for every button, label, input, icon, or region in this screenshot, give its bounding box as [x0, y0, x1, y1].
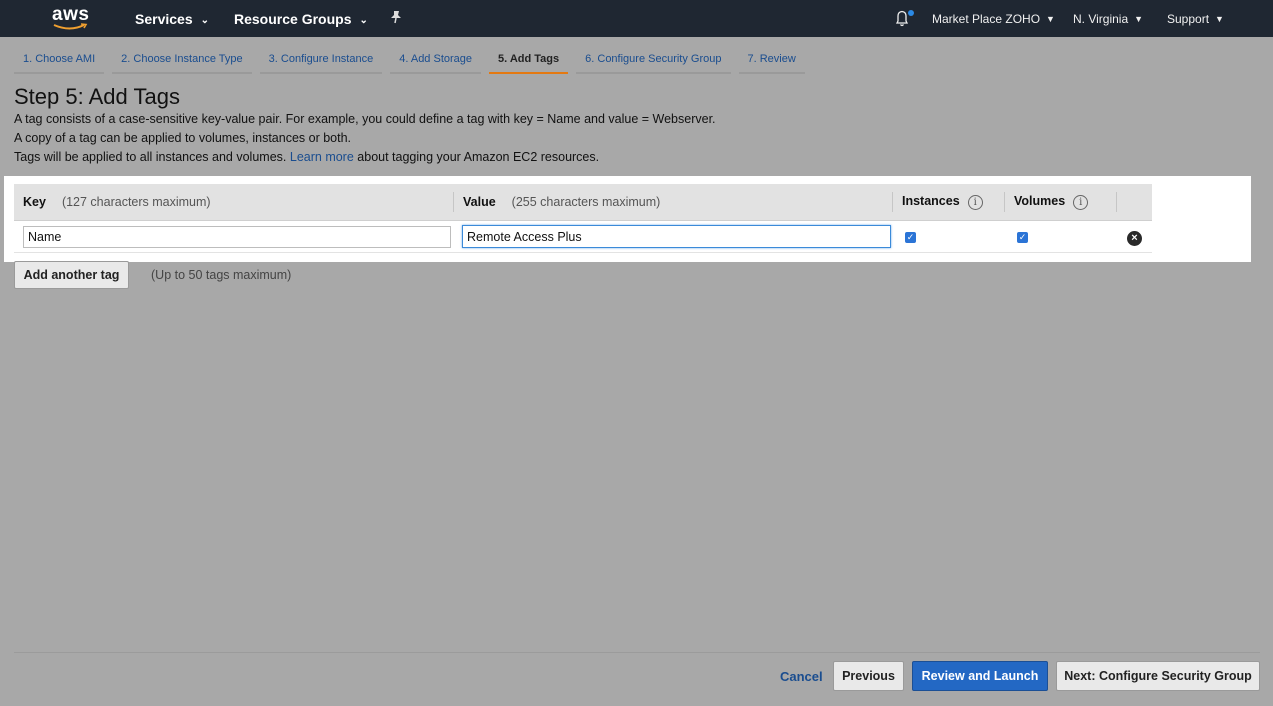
- tags-limit-note: (Up to 50 tags maximum): [151, 268, 292, 282]
- pin-icon[interactable]: [390, 10, 402, 27]
- tab-choose-ami[interactable]: 1. Choose AMI: [14, 48, 105, 74]
- next-configure-security-group-button[interactable]: Next: Configure Security Group: [1056, 661, 1260, 691]
- services-label: Services: [135, 11, 193, 27]
- support-menu[interactable]: Support ▼: [1167, 12, 1224, 26]
- learn-more-link[interactable]: Learn more: [290, 150, 354, 164]
- tab-configure-security-group[interactable]: 6. Configure Security Group: [576, 48, 731, 74]
- tab-add-tags[interactable]: 5. Add Tags: [489, 48, 569, 74]
- resource-groups-menu[interactable]: Resource Groups ⌄: [234, 11, 368, 27]
- value-header-hint: (255 characters maximum): [511, 195, 661, 209]
- value-header-label: Value: [463, 195, 496, 209]
- instances-column-header: Instances i: [902, 194, 983, 210]
- chevron-down-icon: ⌄: [359, 14, 368, 26]
- caret-down-icon: ▼: [1046, 14, 1055, 24]
- tag-key-input[interactable]: [23, 226, 451, 248]
- column-divider: [1004, 192, 1005, 212]
- tab-choose-instance-type[interactable]: 2. Choose Instance Type: [112, 48, 252, 74]
- volumes-checkbox[interactable]: ✓: [1017, 232, 1028, 243]
- description-line-3-start: Tags will be applied to all instances an…: [14, 150, 287, 164]
- support-label: Support: [1167, 12, 1210, 26]
- tag-value-input[interactable]: [462, 225, 891, 248]
- key-header-label: Key: [23, 195, 46, 209]
- volumes-header-label: Volumes: [1014, 194, 1066, 208]
- column-divider: [892, 192, 893, 212]
- aws-logo[interactable]: aws: [50, 4, 90, 32]
- description-line-1: A tag consists of a case-sensitive key-v…: [14, 112, 716, 126]
- description-line-3-end: about tagging your Amazon EC2 resources.: [357, 150, 600, 164]
- aws-smile-icon: [53, 23, 88, 30]
- region-menu[interactable]: N. Virginia ▼: [1073, 12, 1143, 26]
- info-icon[interactable]: i: [967, 195, 983, 210]
- tab-configure-instance[interactable]: 3. Configure Instance: [259, 48, 383, 74]
- region-label: N. Virginia: [1073, 12, 1129, 26]
- caret-down-icon: ▼: [1134, 14, 1144, 24]
- table-row: ✓ ✓ ×: [14, 221, 1152, 253]
- services-menu[interactable]: Services ⌄: [135, 11, 209, 27]
- key-header-hint: (127 characters maximum): [61, 195, 211, 209]
- description-line-2: A copy of a tag can be applied to volume…: [14, 131, 352, 145]
- tags-table-header: Key (127 characters maximum) Value (255 ch…: [14, 184, 1152, 221]
- notifications-bell-icon[interactable]: [893, 8, 915, 30]
- account-label: Market Place ZOHO: [932, 12, 1041, 26]
- remove-tag-icon[interactable]: ×: [1127, 231, 1142, 246]
- review-and-launch-button[interactable]: Review and Launch: [912, 661, 1048, 691]
- tab-add-storage[interactable]: 4. Add Storage: [390, 48, 482, 74]
- caret-down-icon: ▼: [1215, 14, 1224, 24]
- add-another-tag-button[interactable]: Add another tag: [14, 261, 129, 289]
- account-menu[interactable]: Market Place ZOHO ▼: [932, 12, 1055, 26]
- column-divider: [453, 192, 454, 212]
- wizard-steps: 1. Choose AMI 2. Choose Instance Type 3.…: [14, 48, 813, 74]
- instances-header-label: Instances: [902, 194, 960, 208]
- top-navigation-bar: aws Services ⌄ Resource Groups ⌄ Market …: [0, 0, 1273, 37]
- resource-groups-label: Resource Groups: [234, 11, 352, 27]
- page-title: Step 5: Add Tags: [14, 84, 180, 109]
- value-column-header: Value (255 characters maximum): [463, 195, 660, 209]
- info-icon[interactable]: i: [1073, 195, 1089, 210]
- volumes-column-header: Volumes i: [1014, 194, 1089, 210]
- pin-icon-shape: [391, 11, 401, 24]
- previous-button[interactable]: Previous: [833, 661, 904, 691]
- cancel-link[interactable]: Cancel: [780, 669, 823, 684]
- bell-icon: [895, 10, 914, 27]
- tab-review[interactable]: 7. Review: [738, 48, 805, 74]
- instances-checkbox[interactable]: ✓: [905, 232, 916, 243]
- column-divider: [1116, 192, 1117, 212]
- key-column-header: Key (127 characters maximum): [23, 195, 211, 209]
- description-line-3: Tags will be applied to all instances an…: [14, 150, 599, 164]
- chevron-down-icon: ⌄: [200, 14, 209, 26]
- footer-divider: [14, 652, 1260, 653]
